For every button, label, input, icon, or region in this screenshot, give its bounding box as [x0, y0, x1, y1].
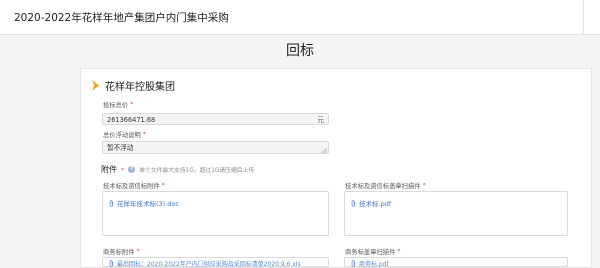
price-float-label-text: 总价浮动说明 — [103, 132, 141, 139]
tech-bid-label: 技术标及资信标附件 * — [103, 181, 165, 190]
price-float-value: 暂不浮动 — [107, 144, 134, 152]
price-float-label: 总价浮动说明 * — [103, 130, 146, 139]
commercial-bid-label-text: 商务标附件 — [103, 249, 135, 256]
bid-total-value: 261366471.68 — [107, 116, 156, 124]
paperclip-icon — [351, 199, 355, 207]
top-bar: 2020-2022年花样年地产集团户内门集中采购 — [0, 0, 600, 35]
commercial-bid-file-name: 最后回标：2020-2022年户内门供应采购战采回标清单2020.9.6.xls — [117, 261, 301, 268]
tech-bid-label-text: 技术标及资信标附件 — [103, 183, 160, 190]
attachments-hint: 单个文件最大支持1G，超过1G请压缩后上传 — [139, 168, 255, 174]
info-icon[interactable]: ? — [128, 166, 136, 173]
required-mark: * — [422, 182, 426, 189]
attachments-title: 附件 — [101, 165, 117, 174]
tech-scan-file[interactable]: 技术标.pdf — [351, 198, 391, 208]
tech-bid-upload-box[interactable]: 花样年技术标(3).doc — [102, 191, 329, 236]
commercial-bid-label: 商务标附件 * — [103, 247, 140, 256]
commercial-scan-label: 商务标盖章扫描件 * — [345, 247, 401, 256]
project-title: 2020-2022年花样年地产集团户内门集中采购 — [14, 12, 229, 24]
bid-total-label: 投标总价 * — [103, 100, 133, 109]
bid-total-unit: 元 — [317, 116, 324, 124]
tech-bid-file[interactable]: 花样年技术标(3).doc — [109, 198, 179, 208]
price-float-field[interactable]: 暂不浮动 — [102, 141, 329, 154]
company-name: 花样年控股集团 — [105, 82, 175, 93]
paperclip-icon — [109, 199, 113, 207]
company-header: 花样年控股集团 — [92, 78, 175, 93]
required-mark: * — [121, 165, 125, 174]
required-mark: * — [142, 131, 146, 138]
bid-total-label-text: 投标总价 — [103, 102, 129, 109]
commercial-scan-file[interactable]: 商务标.pdf — [351, 259, 389, 268]
commercial-bid-file[interactable]: 最后回标：2020-2022年户内门供应采购战采回标清单2020.9.6.xls — [109, 259, 301, 268]
commercial-scan-label-text: 商务标盖章扫描件 — [345, 249, 396, 256]
required-mark: * — [130, 101, 134, 108]
tech-scan-label: 技术标及资信标盖章扫描件 * — [345, 181, 426, 190]
required-mark: * — [161, 182, 165, 189]
resize-handle-icon[interactable] — [321, 147, 327, 153]
page-heading: 回标 — [286, 43, 314, 59]
brand-chevron-icon — [92, 80, 99, 91]
commercial-scan-file-name: 商务标.pdf — [359, 261, 389, 268]
tech-bid-file-name: 花样年技术标(3).doc — [117, 200, 179, 208]
bid-form-card: 花样年控股集团 投标总价 * 261366471.68 元 总价浮动说明 * 暂… — [80, 68, 592, 268]
attachments-header: 附件 * ? 单个文件最大支持1G，超过1G请压缩后上传 — [101, 164, 254, 175]
required-mark: * — [136, 248, 140, 255]
bid-total-field[interactable]: 261366471.68 元 — [102, 113, 329, 125]
required-mark: * — [397, 248, 401, 255]
tech-scan-label-text: 技术标及资信标盖章扫描件 — [345, 183, 421, 190]
tech-scan-file-name: 技术标.pdf — [359, 200, 392, 208]
tech-scan-upload-box[interactable]: 技术标.pdf — [344, 191, 568, 236]
top-divider — [583, 0, 584, 34]
